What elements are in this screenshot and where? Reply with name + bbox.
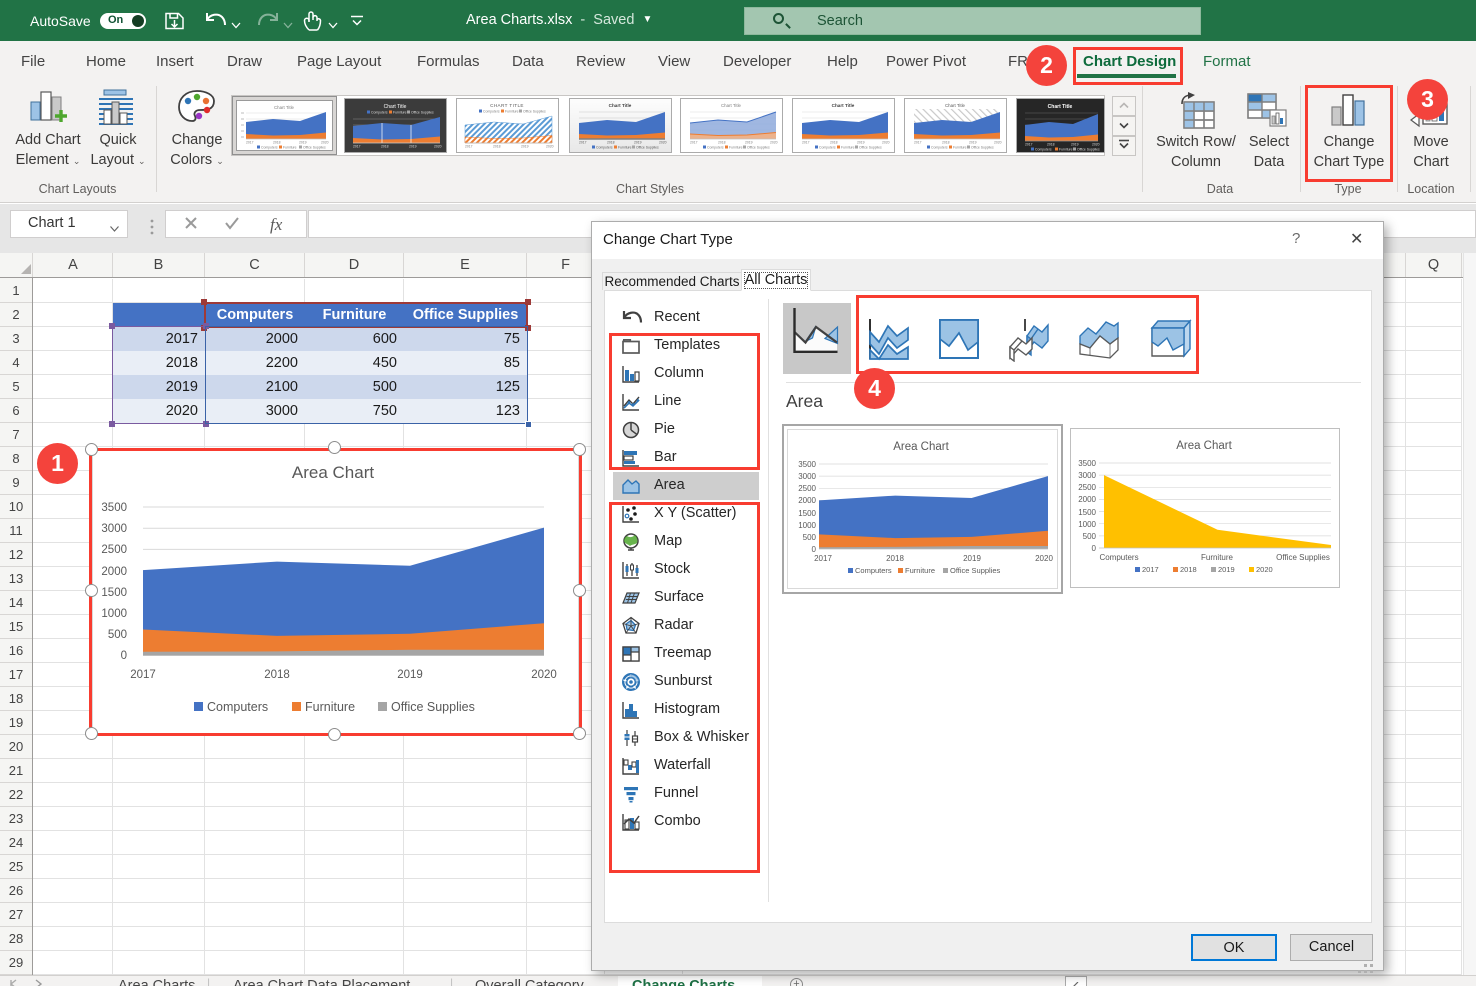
svg-text:2020: 2020: [1092, 143, 1100, 147]
svg-text:2019: 2019: [1218, 565, 1235, 574]
svg-text:2017: 2017: [802, 141, 810, 145]
svg-text:3000: 3000: [1078, 471, 1096, 480]
svg-text:Office Supplies: Office Supplies: [523, 110, 546, 114]
svg-text:2018: 2018: [607, 141, 615, 145]
svg-text:Furniture: Furniture: [905, 566, 935, 575]
svg-text:Furniture: Furniture: [953, 146, 967, 150]
svg-text:2018: 2018: [886, 554, 904, 563]
svg-text:1500: 1500: [798, 509, 816, 518]
svg-text:2017: 2017: [690, 141, 698, 145]
svg-text:2017: 2017: [1025, 143, 1033, 147]
svg-text:500: 500: [803, 533, 817, 542]
svg-text:2500: 2500: [1078, 483, 1096, 492]
svg-text:Computers: Computers: [371, 111, 388, 115]
svg-text:1000: 1000: [798, 521, 816, 530]
svg-text:2000: 2000: [1078, 495, 1096, 504]
svg-text:Computers: Computers: [596, 146, 613, 150]
svg-text:1000: 1000: [1078, 520, 1096, 529]
svg-text:Furniture: Furniture: [1059, 148, 1073, 152]
svg-text:Computers: Computers: [819, 146, 836, 150]
svg-text:Computers: Computers: [1035, 148, 1052, 152]
svg-text:Chart Title: Chart Title: [609, 103, 632, 108]
svg-text:Computers: Computers: [855, 566, 892, 575]
svg-text:2018: 2018: [718, 141, 726, 145]
svg-text:2017: 2017: [814, 554, 832, 563]
svg-text:2018: 2018: [942, 141, 950, 145]
svg-text:Furniture: Furniture: [505, 110, 519, 114]
svg-text:Office Supplies: Office Supplies: [1276, 553, 1330, 562]
svg-text:500: 500: [1083, 532, 1097, 541]
svg-text:Computers: Computers: [931, 146, 948, 150]
svg-text:Chart Title: Chart Title: [274, 105, 295, 110]
svg-text:2020: 2020: [546, 145, 554, 149]
svg-text:2020: 2020: [1035, 554, 1053, 563]
svg-text:Office Supplies: Office Supplies: [1077, 148, 1100, 152]
svg-text:3500: 3500: [798, 460, 816, 469]
svg-text:0: 0: [1092, 544, 1097, 553]
svg-text:Office Supplies: Office Supplies: [950, 566, 1001, 575]
svg-text:Chart Title: Chart Title: [384, 104, 407, 110]
svg-text:2020: 2020: [882, 141, 890, 145]
svg-text:2020: 2020: [434, 145, 442, 149]
svg-text:3000: 3000: [798, 472, 816, 481]
svg-text:2020: 2020: [659, 141, 667, 145]
svg-text:2500: 2500: [798, 484, 816, 493]
svg-text:2017: 2017: [579, 141, 587, 145]
svg-text:2019: 2019: [634, 141, 642, 145]
svg-text:Chart Title: Chart Title: [1048, 104, 1073, 110]
svg-text:2017: 2017: [353, 145, 361, 149]
svg-text:2018: 2018: [273, 141, 281, 145]
svg-text:Computers: Computers: [483, 110, 500, 114]
svg-text:Computers: Computers: [1099, 553, 1138, 562]
svg-text:Furniture: Furniture: [1201, 553, 1234, 562]
svg-text:CHART TITLE: CHART TITLE: [490, 103, 524, 108]
svg-text:Chart Title: Chart Title: [832, 103, 855, 108]
svg-text:2017: 2017: [914, 141, 922, 145]
svg-text:Office Supplies: Office Supplies: [411, 111, 434, 115]
svg-text:2020: 2020: [994, 141, 1002, 145]
svg-text:Office Supplies: Office Supplies: [636, 146, 659, 150]
svg-text:2019: 2019: [857, 141, 865, 145]
svg-text:2018: 2018: [830, 141, 838, 145]
svg-text:2017: 2017: [465, 145, 473, 149]
svg-text:0: 0: [812, 545, 817, 554]
svg-text:Chart Title: Chart Title: [945, 103, 966, 108]
svg-text:2017: 2017: [246, 141, 254, 145]
svg-text:2018: 2018: [1047, 143, 1055, 147]
svg-text:Office Supplies: Office Supplies: [859, 146, 882, 150]
svg-text:2019: 2019: [969, 141, 977, 145]
svg-text:2000: 2000: [798, 496, 816, 505]
svg-text:Furniture: Furniture: [729, 146, 743, 150]
svg-text:2019: 2019: [1071, 143, 1079, 147]
svg-text:Computers: Computers: [707, 146, 724, 150]
svg-text:2017: 2017: [1142, 565, 1159, 574]
svg-text:2019: 2019: [963, 554, 981, 563]
svg-text:2019: 2019: [409, 145, 417, 149]
svg-text:Chart Title: Chart Title: [721, 103, 742, 108]
svg-text:fx: fx: [270, 215, 283, 234]
svg-text:2020: 2020: [1256, 565, 1273, 574]
svg-text:Computers: Computers: [261, 146, 278, 150]
svg-text:2020: 2020: [321, 141, 329, 145]
svg-text:Area Chart: Area Chart: [893, 441, 949, 453]
svg-text:Furniture: Furniture: [841, 146, 855, 150]
svg-text:2019: 2019: [299, 141, 307, 145]
svg-text:Office Supplies: Office Supplies: [747, 146, 770, 150]
svg-text:3500: 3500: [1078, 459, 1096, 468]
svg-text:2019: 2019: [745, 141, 753, 145]
svg-text:2018: 2018: [1180, 565, 1197, 574]
svg-text:Furniture: Furniture: [618, 146, 632, 150]
svg-text:2020: 2020: [770, 141, 778, 145]
svg-text:Office Supplies: Office Supplies: [303, 146, 326, 150]
svg-text:2018: 2018: [493, 145, 501, 149]
svg-text:Office Supplies: Office Supplies: [971, 146, 994, 150]
svg-text:1500: 1500: [1078, 508, 1096, 517]
svg-text:Area Chart: Area Chart: [1176, 440, 1232, 452]
svg-text:Furniture: Furniture: [283, 146, 297, 150]
svg-text:2019: 2019: [521, 145, 529, 149]
svg-text:2018: 2018: [381, 145, 389, 149]
svg-text:Furniture: Furniture: [393, 111, 407, 115]
